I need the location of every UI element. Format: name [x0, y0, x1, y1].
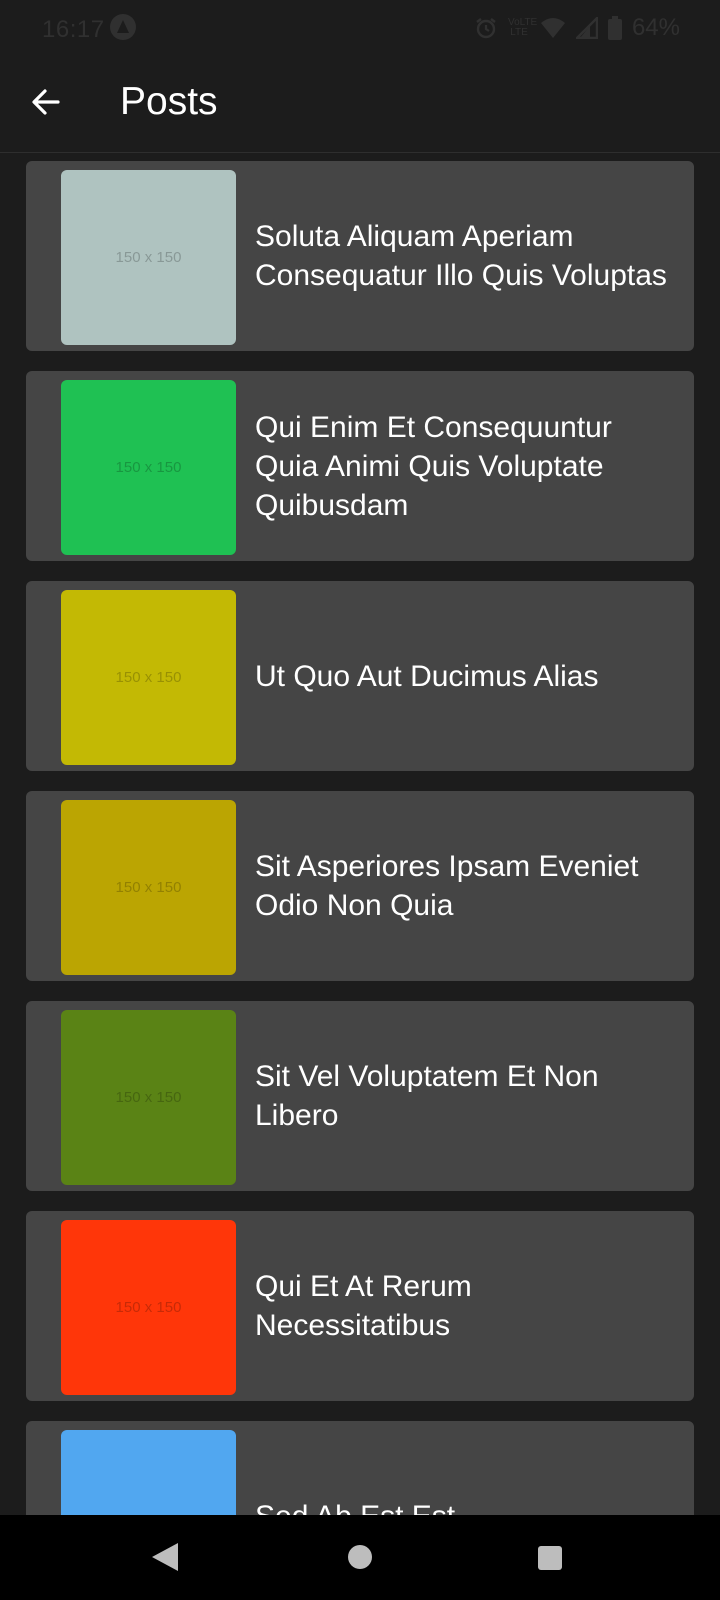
nav-back-icon[interactable] [152, 1543, 178, 1571]
thumbnail-placeholder-label: 150 x 150 [115, 669, 182, 686]
post-card[interactable]: 150 x 150 Soluta Aliquam Aperiam Consequa… [26, 161, 694, 351]
post-list[interactable]: 150 x 150 Soluta Aliquam Aperiam Consequa… [0, 153, 720, 1515]
thumbnail-placeholder-label: 150 x 150 [115, 249, 182, 266]
alarm-icon [476, 18, 496, 39]
post-title-container: Qui Et At Rerum Necessitatibus [255, 1211, 675, 1401]
post-title-container: Qui Enim Et Consequuntur Quia Animi Quis… [255, 371, 675, 561]
post-thumbnail: 150 x 150 [61, 380, 236, 555]
battery-percent: 64% [631, 14, 680, 41]
thumbnail-placeholder-label: 150 x 150 [115, 1089, 182, 1106]
post-thumbnail: 150 x 150 [61, 170, 236, 345]
status-time: 16:17 [42, 16, 105, 43]
post-title-container: Sit Vel Voluptatem Et Non Libero [255, 1001, 675, 1191]
thumbnail-placeholder-label: 150 x 150 [115, 1299, 182, 1316]
post-card[interactable]: Sed Ab Est Est [26, 1421, 694, 1515]
post-thumbnail: 150 x 150 [61, 1220, 236, 1395]
post-title: Qui Enim Et Consequuntur Quia Animi Quis… [255, 410, 612, 522]
app-notification-icon [110, 14, 136, 40]
battery-icon [607, 16, 622, 40]
post-title-container: Soluta Aliquam Aperiam Consequatur Illo … [255, 161, 675, 351]
back-button[interactable] [22, 78, 70, 126]
nav-home-icon[interactable] [348, 1545, 372, 1569]
post-title: Ut Quo Aut Ducimus Alias [255, 659, 599, 693]
arrow-left-icon [32, 89, 60, 115]
post-thumbnail: 150 x 150 [61, 800, 236, 975]
signal-icon [575, 17, 598, 39]
page-title: Posts [120, 80, 218, 123]
post-title: Sit Asperiores Ipsam Eveniet Odio Non Qu… [255, 850, 639, 922]
post-card[interactable]: 150 x 150 Sit Vel Voluptatem Et Non Liber… [26, 1001, 694, 1191]
wifi-icon [540, 18, 565, 38]
system-nav-bar [0, 1515, 720, 1600]
post-title: Soluta Aliquam Aperiam Consequatur Illo … [255, 220, 667, 292]
post-card[interactable]: 150 x 150 Ut Quo Aut Ducimus Alias [26, 581, 694, 771]
status-icons: VoLTE LTE 64% [474, 12, 680, 44]
post-title: Qui Et At Rerum Necessitatibus [255, 1270, 472, 1342]
nav-recents-icon[interactable] [538, 1546, 562, 1570]
post-thumbnail [61, 1430, 236, 1515]
thumbnail-placeholder-label: 150 x 150 [115, 879, 182, 896]
post-card[interactable]: 150 x 150 Qui Et At Rerum Necessitatibus [26, 1211, 694, 1401]
post-title-container: Sed Ab Est Est [255, 1421, 675, 1516]
post-title: Sit Vel Voluptatem Et Non Libero [255, 1060, 599, 1132]
post-title-container: Ut Quo Aut Ducimus Alias [255, 581, 675, 771]
volte-icon: VoLTE LTE [508, 18, 537, 38]
post-title: Sed Ab Est Est [255, 1497, 455, 1516]
post-title-container: Sit Asperiores Ipsam Eveniet Odio Non Qu… [255, 791, 675, 981]
screen: 16:17 VoLTE LTE 64% Posts 150 x 150 Solu… [0, 0, 720, 1600]
status-bar: 16:17 VoLTE LTE 64% [0, 0, 720, 58]
lte-label: LTE [510, 27, 528, 38]
post-thumbnail: 150 x 150 [61, 590, 236, 765]
post-thumbnail: 150 x 150 [61, 1010, 236, 1185]
post-card[interactable]: 150 x 150 Sit Asperiores Ipsam Eveniet Od… [26, 791, 694, 981]
post-card[interactable]: 150 x 150 Qui Enim Et Consequuntur Quia A… [26, 371, 694, 561]
thumbnail-placeholder-label: 150 x 150 [115, 459, 182, 476]
app-bar: Posts [0, 58, 720, 153]
